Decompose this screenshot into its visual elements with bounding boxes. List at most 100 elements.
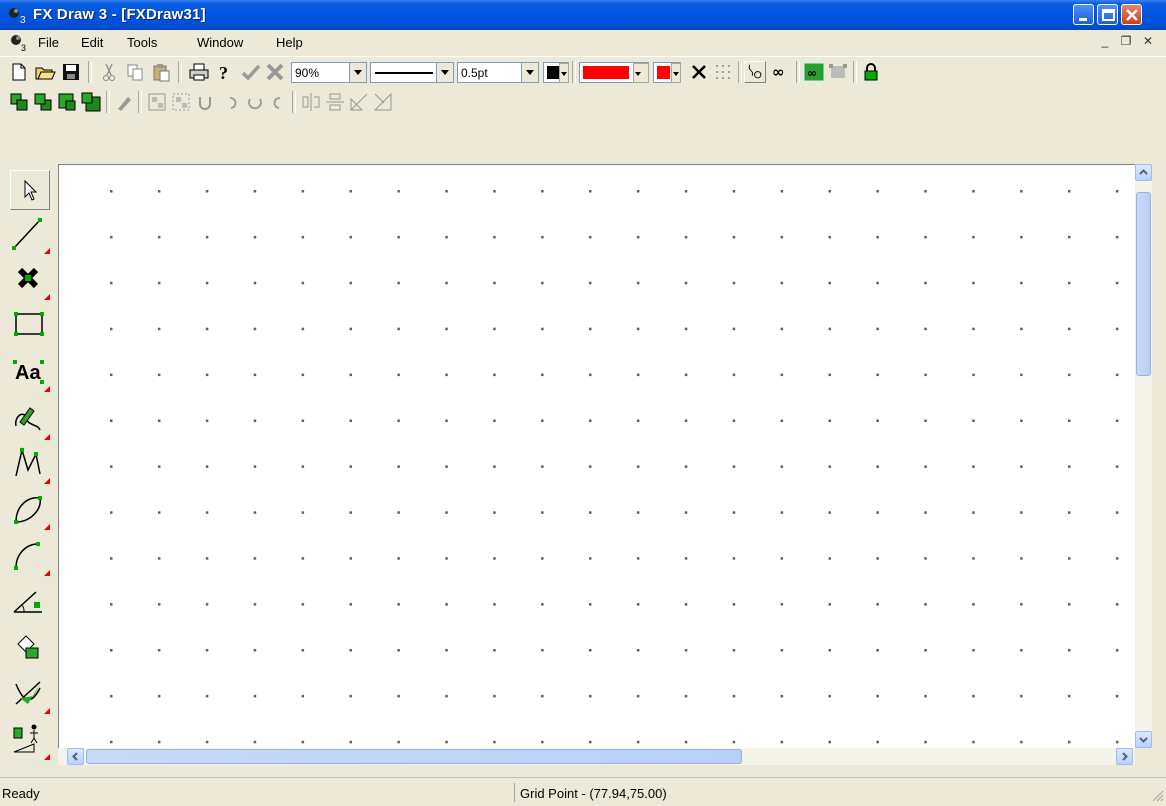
drawing-canvas[interactable]	[58, 164, 1135, 748]
submenu-indicator	[44, 386, 50, 392]
scrollbar-corner	[1135, 748, 1152, 765]
chevron-up-icon	[1139, 169, 1148, 175]
zoom-select[interactable]: 90%	[291, 62, 367, 83]
scroll-up-button[interactable]	[1135, 164, 1152, 181]
infinity-link-icon[interactable]: ∞	[770, 61, 792, 83]
scroll-down-button[interactable]	[1135, 731, 1152, 748]
mdi-close-icon[interactable]: ✕	[1140, 34, 1156, 50]
cancel-x-icon[interactable]	[264, 61, 286, 83]
rotate-icon[interactable]	[194, 91, 216, 113]
bring-front-icon[interactable]	[8, 91, 30, 113]
menu-tools[interactable]: Tools	[127, 35, 157, 50]
standard-toolbar: ? 90% 0.5pt ∞ ∞	[0, 56, 1166, 88]
separator	[138, 91, 142, 113]
chevron-down-icon[interactable]	[436, 63, 453, 82]
arrow-pointer-icon	[24, 179, 38, 201]
resize-grip-icon[interactable]	[1150, 788, 1164, 802]
angle-tool-button[interactable]	[10, 582, 50, 622]
freehand-tool-button[interactable]	[10, 400, 50, 440]
menu-edit[interactable]: Edit	[81, 35, 103, 50]
rotate-right-icon[interactable]	[266, 91, 288, 113]
line-style-select[interactable]	[370, 62, 454, 83]
snap-point-icon[interactable]	[744, 61, 766, 83]
menu-window[interactable]: Window	[197, 35, 243, 50]
vertical-scrollbar[interactable]	[1135, 164, 1152, 748]
rotate-circle-icon[interactable]	[244, 91, 266, 113]
send-backward-icon[interactable]	[80, 91, 102, 113]
chevron-down-icon[interactable]	[671, 63, 681, 83]
minimize-icon	[1079, 18, 1087, 21]
format-painter-icon[interactable]	[114, 91, 136, 113]
vertical-scroll-thumb[interactable]	[1136, 192, 1151, 376]
help-question-icon[interactable]: ?	[214, 61, 236, 83]
minimize-button[interactable]	[1073, 4, 1094, 25]
separator	[106, 91, 110, 113]
save-icon[interactable]	[60, 61, 82, 83]
submenu-indicator	[44, 524, 50, 530]
shapes-tool-button[interactable]	[10, 720, 50, 760]
stretch-icon[interactable]	[372, 91, 394, 113]
menu-file[interactable]: File	[38, 35, 59, 50]
line-tool-button[interactable]	[10, 214, 50, 254]
horizontal-scroll-thumb[interactable]	[86, 749, 742, 764]
scroll-right-button[interactable]	[1116, 748, 1133, 765]
polyline-tool-button[interactable]	[10, 444, 50, 484]
flip-vertical-icon[interactable]	[324, 91, 346, 113]
lock-icon[interactable]	[860, 61, 882, 83]
send-back-icon[interactable]	[32, 91, 54, 113]
flip-horizontal-icon[interactable]	[300, 91, 322, 113]
paste-icon[interactable]	[150, 61, 172, 83]
close-button[interactable]	[1121, 4, 1142, 25]
maximize-button[interactable]	[1097, 4, 1118, 25]
title-bar[interactable]: 3 FX Draw 3 - [FXDraw31]	[0, 0, 1166, 30]
accept-check-icon[interactable]	[240, 61, 262, 83]
new-file-icon[interactable]	[8, 61, 30, 83]
bring-forward-icon[interactable]	[56, 91, 78, 113]
print-icon[interactable]	[188, 61, 210, 83]
chevron-right-icon	[1122, 752, 1128, 761]
chevron-down-icon[interactable]	[559, 63, 569, 83]
zoom-value: 90%	[295, 66, 320, 80]
group-icon[interactable]	[146, 91, 168, 113]
submenu-indicator	[44, 754, 50, 760]
graph-tool-button[interactable]	[10, 674, 50, 714]
cut-icon[interactable]	[98, 61, 120, 83]
grid-dots-icon[interactable]	[712, 61, 734, 83]
document-icon[interactable]: 3	[10, 34, 28, 52]
menu-help[interactable]: Help	[276, 35, 303, 50]
submenu-indicator	[44, 248, 50, 254]
curve-tool-button[interactable]	[10, 490, 50, 530]
chevron-down-icon	[1139, 737, 1148, 743]
text-tool-button[interactable]: Aa	[10, 352, 50, 392]
chevron-down-icon[interactable]	[349, 63, 366, 82]
ungroup-icon[interactable]	[827, 61, 849, 83]
open-folder-icon[interactable]	[34, 61, 56, 83]
separator	[88, 61, 92, 83]
fill-tool-button[interactable]	[10, 628, 50, 668]
fill-color-swatch	[583, 66, 629, 79]
point-tool-button[interactable]	[10, 260, 50, 300]
status-text: Ready	[2, 786, 40, 801]
line-width-select[interactable]: 0.5pt	[457, 62, 539, 83]
select-tool-button[interactable]	[10, 170, 50, 210]
svg-text:Aa: Aa	[15, 362, 41, 384]
arc-tool-button[interactable]	[10, 536, 50, 576]
rotate-left-icon[interactable]	[222, 91, 244, 113]
separator	[853, 61, 857, 83]
horizontal-scrollbar[interactable]	[58, 748, 1135, 765]
point-color-button[interactable]	[653, 62, 681, 83]
rectangle-tool-button[interactable]	[10, 306, 50, 346]
line-color-button[interactable]	[543, 62, 569, 83]
chevron-down-icon[interactable]	[521, 63, 538, 82]
scroll-left-button[interactable]	[67, 748, 84, 765]
chevron-down-icon[interactable]	[633, 63, 649, 83]
group-link-icon[interactable]: ∞	[803, 61, 825, 83]
copy-icon[interactable]	[124, 61, 146, 83]
ungroup-objects-icon[interactable]	[170, 91, 192, 113]
skew-icon[interactable]	[348, 91, 370, 113]
fill-color-button[interactable]	[579, 62, 649, 83]
mdi-restore-icon[interactable]: ❐	[1118, 34, 1134, 50]
line-width-value: 0.5pt	[461, 66, 488, 80]
cross-point-icon[interactable]	[688, 61, 710, 83]
mdi-minimize-icon[interactable]: _	[1097, 34, 1113, 50]
